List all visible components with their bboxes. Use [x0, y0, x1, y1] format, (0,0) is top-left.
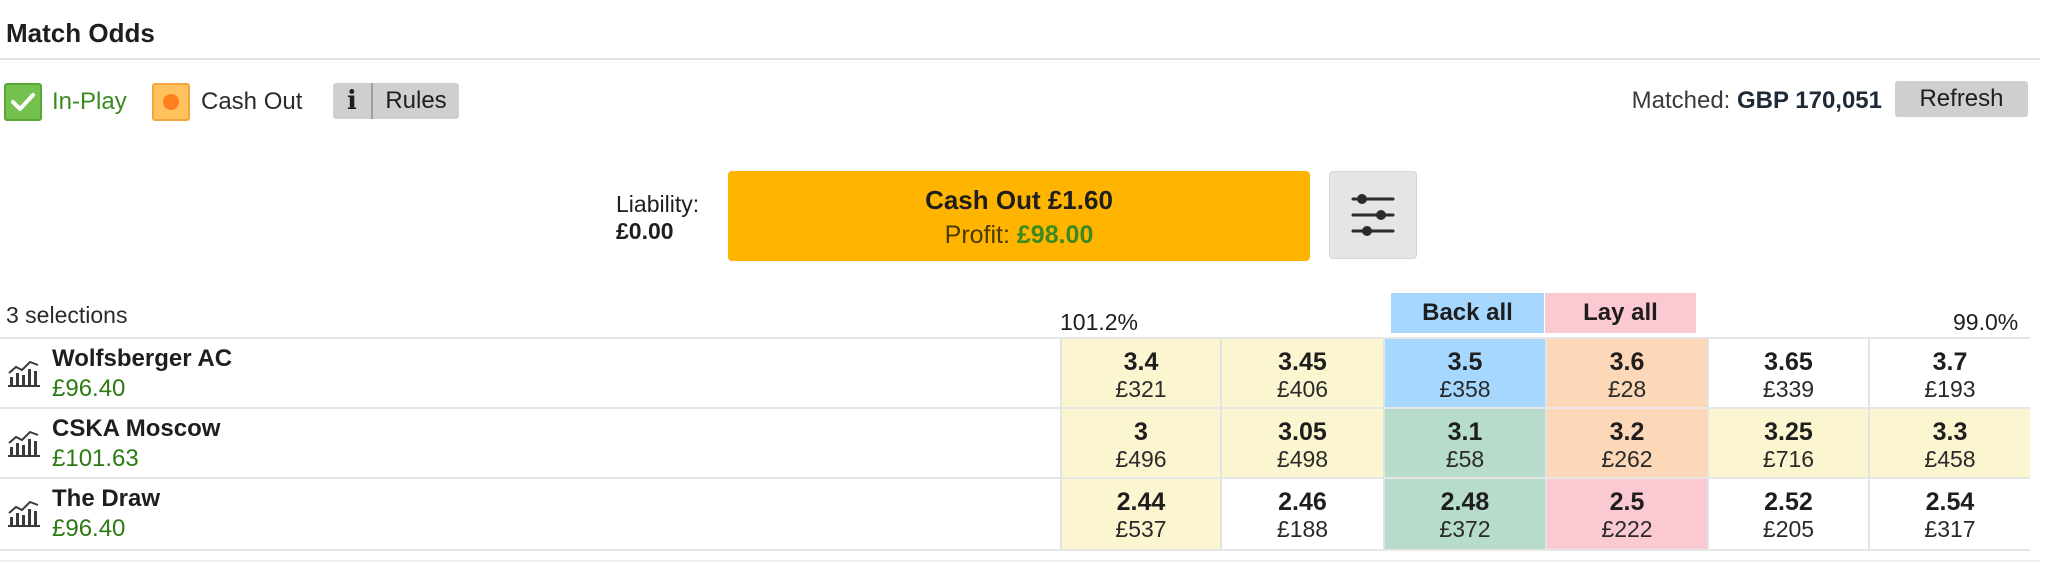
runner-row: CSKA Moscow £101.63 3 £496 3.05 £498 3.1 £58 3.2…	[0, 407, 2030, 479]
rules-button[interactable]: i Rules	[333, 83, 459, 119]
odds-price: 2.54	[1925, 488, 1975, 516]
odds-size: £458	[1924, 446, 1976, 472]
odds-price: 2.48	[1440, 488, 1490, 516]
odds-size: £339	[1762, 376, 1815, 402]
profit-value: £98.00	[1016, 221, 1094, 249]
lay-odds-cell[interactable]: 3.6 £28	[1545, 339, 1707, 409]
cash-out-button-label: Cash Out £1.60	[925, 185, 1113, 215]
odds-size: £496	[1115, 446, 1167, 472]
market-chart-icon[interactable]	[8, 429, 40, 457]
odds-price: 2.46	[1278, 488, 1327, 516]
odds-price: 3.1	[1447, 418, 1483, 446]
lay-odds-cell[interactable]: 2.5 £222	[1545, 479, 1707, 549]
odds-size: £28	[1607, 376, 1647, 402]
odds-price: 2.44	[1116, 488, 1166, 516]
runner-profit-loss: £96.40	[52, 515, 126, 542]
odds-size: £716	[1762, 446, 1815, 472]
matched-label: Matched:	[1631, 87, 1731, 114]
cash-out-button[interactable]: Cash Out £1.60 Profit: £98.00	[728, 171, 1310, 261]
odds-price: 3	[1134, 418, 1148, 446]
market-header: Match Odds	[0, 0, 2040, 60]
odds-price: 3.05	[1278, 418, 1327, 446]
runner-name: Wolfsberger AC	[52, 345, 233, 372]
liability-label: Liability:	[616, 191, 700, 217]
back-odds-cell[interactable]: 2.44 £537	[1060, 479, 1220, 549]
odds-price: 3.65	[1764, 348, 1813, 376]
odds-size: £222	[1601, 516, 1653, 542]
lay-odds-cell[interactable]: 3.3 £458	[1868, 409, 2030, 479]
matched-amount: Matched: GBP 170,051	[1632, 87, 1882, 115]
cash-out-icon	[152, 83, 190, 121]
odds-price: 2.52	[1764, 488, 1813, 516]
back-odds-cell[interactable]: 3.5 £358	[1383, 339, 1545, 409]
odds-size: £188	[1276, 516, 1329, 542]
back-odds-cell[interactable]: 2.48 £372	[1383, 479, 1545, 549]
sliders-icon	[1351, 194, 1395, 236]
cash-out-settings-button[interactable]	[1329, 171, 1417, 259]
lay-odds-cell[interactable]: 3.65 £339	[1707, 339, 1868, 409]
profit-label: Profit:	[944, 221, 1010, 249]
odds-price: 3.3	[1932, 418, 1968, 446]
matched-value: GBP 170,051	[1737, 87, 1882, 114]
refresh-button[interactable]: Refresh	[1895, 81, 2028, 117]
back-odds-cell[interactable]: 2.46 £188	[1220, 479, 1383, 549]
lay-odds-cell[interactable]: 2.52 £205	[1707, 479, 1868, 549]
back-odds-cell[interactable]: 3.1 £58	[1383, 409, 1545, 479]
odds-price: 3.7	[1932, 348, 1968, 376]
selections-count: 3 selections	[6, 302, 128, 328]
back-odds-cell[interactable]: 3.05 £498	[1220, 409, 1383, 479]
runner-row: The Draw £96.40 2.44 £537 2.46 £188 2.48 £372 2.…	[0, 477, 2030, 551]
lay-book-percentage: 99.0%	[1953, 309, 2019, 335]
market-chart-icon[interactable]	[8, 359, 40, 387]
lay-odds-cell[interactable]: 3.7 £193	[1868, 339, 2030, 409]
odds-size: £321	[1115, 376, 1167, 402]
odds-size: £58	[1445, 446, 1485, 472]
lay-odds-cell[interactable]: 3.2 £262	[1545, 409, 1707, 479]
odds-size: £193	[1924, 376, 1976, 402]
in-play-label: In-Play	[52, 88, 127, 115]
odds-price: 3.5	[1447, 348, 1483, 376]
divider	[0, 560, 2040, 562]
cash-out-label: Cash Out	[201, 88, 303, 115]
lay-odds-cell[interactable]: 2.54 £317	[1868, 479, 2030, 549]
lay-all-button[interactable]: Lay all	[1545, 293, 1696, 333]
odds-size: £537	[1115, 516, 1167, 542]
runner-row: Wolfsberger AC £96.40 3.4 £321 3.45 £406 3.5 £3…	[0, 337, 2030, 409]
info-icon: i	[333, 83, 373, 119]
odds-price: 2.5	[1609, 488, 1645, 516]
market-chart-icon[interactable]	[8, 499, 40, 527]
odds-size: £372	[1439, 516, 1491, 542]
market-title: Match Odds	[6, 18, 155, 48]
cash-out-profit: Profit: £98.00	[728, 221, 1310, 250]
odds-size: £205	[1762, 516, 1815, 542]
odds-size: £498	[1276, 446, 1329, 472]
runner-name: CSKA Moscow	[52, 415, 221, 442]
back-odds-cell[interactable]: 3 £496	[1060, 409, 1220, 479]
in-play-check-icon	[4, 83, 42, 121]
back-book-percentage: 101.2%	[1060, 309, 1139, 335]
odds-price: 3.25	[1764, 418, 1813, 446]
odds-size: £317	[1924, 516, 1976, 542]
back-odds-cell[interactable]: 3.4 £321	[1060, 339, 1220, 409]
lay-odds-cell[interactable]: 3.25 £716	[1707, 409, 1868, 479]
odds-price: 3.6	[1609, 348, 1645, 376]
odds-size: £262	[1601, 446, 1653, 472]
rules-label: Rules	[385, 87, 447, 114]
liability-value: £0.00	[616, 218, 674, 244]
odds-price: 3.45	[1278, 348, 1327, 376]
odds-price: 3.2	[1609, 418, 1645, 446]
odds-price: 3.4	[1123, 348, 1159, 376]
odds-size: £406	[1276, 376, 1329, 402]
back-all-button[interactable]: Back all	[1391, 293, 1544, 333]
runner-name: The Draw	[52, 485, 161, 512]
back-odds-cell[interactable]: 3.45 £406	[1220, 339, 1383, 409]
runner-profit-loss: £96.40	[52, 375, 126, 402]
odds-size: £358	[1439, 376, 1491, 402]
runner-profit-loss: £101.63	[52, 445, 139, 472]
